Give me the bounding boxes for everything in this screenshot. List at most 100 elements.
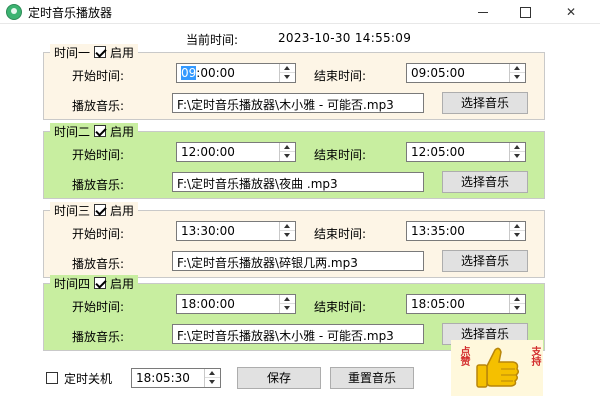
shutdown-time-input[interactable]: 18:05:30: [131, 368, 221, 388]
choose-music-button[interactable]: 选择音乐: [442, 92, 528, 114]
choose-music-button[interactable]: 选择音乐: [442, 171, 528, 193]
music-label: 播放音乐:: [72, 330, 125, 344]
title-bar: 定时音乐播放器 ✕: [0, 0, 600, 24]
spin-up-button[interactable]: [205, 369, 220, 378]
end-time-input[interactable]: 13:35:00: [406, 221, 526, 241]
reset-music-button[interactable]: 重置音乐: [330, 367, 414, 389]
spin-buttons: [509, 222, 525, 240]
end-time-value: 12:05:00: [411, 145, 465, 159]
end-time-label: 结束时间:: [314, 300, 367, 314]
start-time-input[interactable]: 12:00:00: [176, 142, 296, 162]
group-title: 时间二: [54, 124, 91, 139]
spin-up-button[interactable]: [510, 64, 525, 73]
start-time-value: 18:00:00: [181, 297, 235, 311]
spin-down-button[interactable]: [510, 152, 525, 161]
start-time-remainder: :00:00: [196, 66, 235, 80]
spin-down-button[interactable]: [205, 378, 220, 387]
end-time-input[interactable]: 18:05:00: [406, 294, 526, 314]
group-title: 时间四: [54, 276, 91, 291]
save-button[interactable]: 保存: [237, 367, 321, 389]
start-time-label: 开始时间:: [72, 300, 125, 314]
spin-buttons: [509, 64, 525, 82]
selected-hour: 09: [181, 66, 197, 80]
music-path-field[interactable]: F:\定时音乐播放器\碎银几两.mp3: [172, 251, 424, 271]
enable-label: 启用: [110, 276, 135, 291]
start-time-label: 开始时间:: [72, 69, 125, 83]
group-header: 时间四 启用: [50, 275, 139, 291]
spin-up-button[interactable]: [280, 295, 295, 304]
spin-up-button[interactable]: [510, 295, 525, 304]
start-time-input[interactable]: 13:30:00: [176, 221, 296, 241]
minimize-button[interactable]: [460, 0, 506, 24]
start-time-value: 12:00:00: [181, 145, 235, 159]
start-time-label: 开始时间:: [72, 227, 125, 241]
spin-buttons: [279, 222, 295, 240]
spin-buttons: [204, 369, 220, 387]
shutdown-time-value: 18:05:30: [136, 371, 190, 385]
music-label: 播放音乐:: [72, 178, 125, 192]
spin-down-button[interactable]: [280, 73, 295, 82]
window-title: 定时音乐播放器: [28, 6, 113, 20]
spin-down-button[interactable]: [510, 304, 525, 313]
badge-left-text: 点赞: [458, 346, 469, 366]
spin-buttons: [279, 295, 295, 313]
spin-down-button[interactable]: [280, 152, 295, 161]
shutdown-label: 定时关机: [64, 372, 113, 386]
spin-buttons: [509, 295, 525, 313]
spin-buttons: [509, 143, 525, 161]
spin-down-button[interactable]: [510, 73, 525, 82]
group-header: 时间二 启用: [50, 123, 139, 139]
spin-up-button[interactable]: [280, 222, 295, 231]
enable-label: 启用: [110, 45, 135, 60]
spin-up-button[interactable]: [280, 64, 295, 73]
close-button[interactable]: ✕: [548, 0, 594, 24]
spin-down-button[interactable]: [280, 304, 295, 313]
spin-buttons: [279, 64, 295, 82]
end-time-input[interactable]: 12:05:00: [406, 142, 526, 162]
music-path-field[interactable]: F:\定时音乐播放器\木小雅 - 可能否.mp3: [172, 324, 424, 344]
end-time-value: 13:35:00: [411, 224, 465, 238]
time-slot-group-3: 时间三 启用 开始时间: 13:30:00 结束时间: 13:35:00 播放音…: [43, 202, 545, 278]
time-slot-group-2: 时间二 启用 开始时间: 12:00:00 结束时间: 12:05:00 播放音…: [43, 123, 545, 199]
group-title: 时间三: [54, 203, 91, 218]
start-time-value: 13:30:00: [181, 224, 235, 238]
start-time-value: 09:00:00: [181, 66, 235, 80]
end-time-label: 结束时间:: [314, 69, 367, 83]
music-path-field[interactable]: F:\定时音乐播放器\夜曲 .mp3: [172, 172, 424, 192]
current-time-label: 当前时间:: [186, 33, 239, 47]
spin-up-button[interactable]: [510, 222, 525, 231]
enable-label: 启用: [110, 124, 135, 139]
enable-label: 启用: [110, 203, 135, 218]
time-slot-group-1: 时间一 启用 开始时间: 09:00:00 结束时间: 09:05:00 播放音…: [43, 44, 545, 120]
choose-music-button[interactable]: 选择音乐: [442, 250, 528, 272]
enable-checkbox[interactable]: [94, 204, 107, 216]
music-label: 播放音乐:: [72, 99, 125, 113]
enable-checkbox[interactable]: [94, 277, 107, 289]
group-header: 时间一 启用: [50, 44, 139, 60]
like-support-badge: 点赞 支持: [451, 340, 543, 396]
spin-up-button[interactable]: [510, 143, 525, 152]
end-time-label: 结束时间:: [314, 227, 367, 241]
start-time-input[interactable]: 18:00:00: [176, 294, 296, 314]
spin-down-button[interactable]: [280, 231, 295, 240]
enable-checkbox[interactable]: [94, 46, 107, 58]
music-path-field[interactable]: F:\定时音乐播放器\木小雅 - 可能否.mp3: [172, 93, 424, 113]
thumbs-up-icon: [476, 347, 520, 388]
spin-buttons: [279, 143, 295, 161]
end-time-value: 09:05:00: [411, 66, 465, 80]
shutdown-checkbox[interactable]: [46, 372, 58, 384]
current-time-value: 2023-10-30 14:55:09: [278, 31, 412, 45]
enable-checkbox[interactable]: [94, 125, 107, 137]
app-icon: [6, 4, 22, 20]
spin-up-button[interactable]: [280, 143, 295, 152]
end-time-label: 结束时间:: [314, 148, 367, 162]
spin-down-button[interactable]: [510, 231, 525, 240]
start-time-label: 开始时间:: [72, 148, 125, 162]
maximize-button[interactable]: [502, 0, 548, 24]
end-time-value: 18:05:00: [411, 297, 465, 311]
music-label: 播放音乐:: [72, 257, 125, 271]
group-header: 时间三 启用: [50, 202, 139, 218]
end-time-input[interactable]: 09:05:00: [406, 63, 526, 83]
badge-right-text: 支持: [529, 346, 540, 366]
start-time-input[interactable]: 09:00:00: [176, 63, 296, 83]
